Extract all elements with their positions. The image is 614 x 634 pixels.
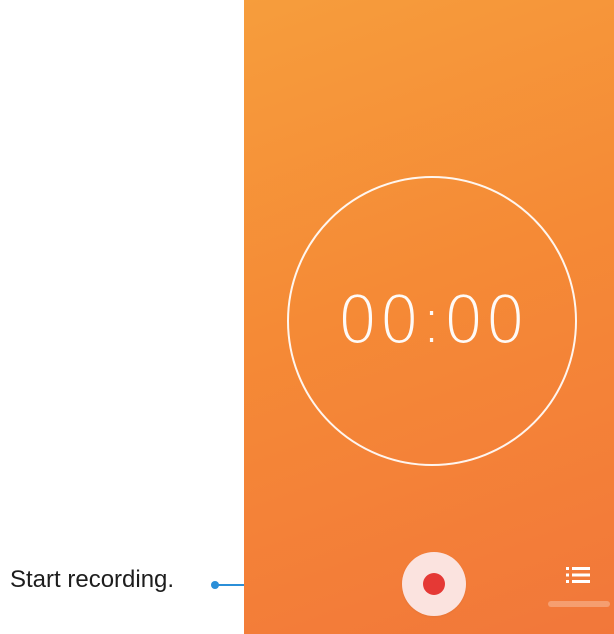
record-icon [423, 573, 445, 595]
timer-circle: 00:00 [287, 176, 577, 466]
page: Start recording. 00:00 [0, 0, 614, 634]
list-icon[interactable] [566, 566, 590, 584]
timer-display: 00:00 [337, 284, 527, 358]
list-button-label [548, 601, 610, 607]
voice-recorder-screen: 00:00 [244, 0, 614, 634]
callout-label: Start recording. [10, 566, 175, 593]
start-recording-button[interactable] [402, 552, 466, 616]
